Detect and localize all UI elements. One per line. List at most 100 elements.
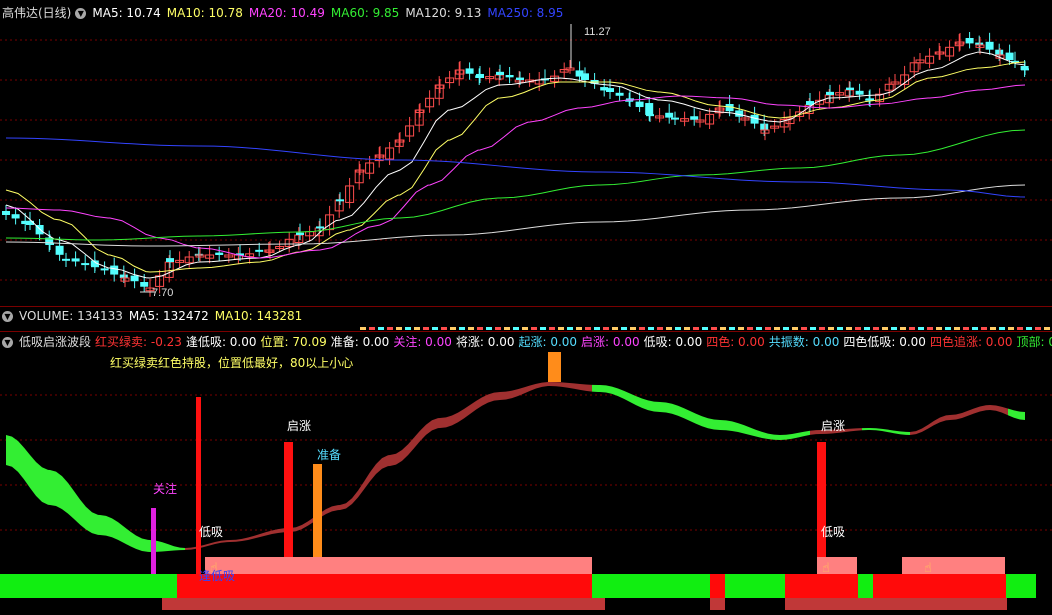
candle-body xyxy=(71,258,80,262)
trend-ribbon-segment xyxy=(494,392,500,401)
trend-ribbon-segment xyxy=(358,481,364,498)
trend-ribbon-segment xyxy=(922,424,928,432)
position-bar xyxy=(902,557,1005,574)
trend-ribbon-segment xyxy=(236,538,242,542)
trend-ribbon-segment xyxy=(786,433,792,440)
trend-ribbon-segment xyxy=(888,429,894,434)
trend-ribbon-segment xyxy=(726,420,732,431)
volume-bar xyxy=(639,327,645,330)
ma60-line xyxy=(5,129,1026,241)
indicator-value: 准备: 0.00 xyxy=(330,335,390,349)
trend-ribbon-segment xyxy=(550,382,556,387)
candle-body xyxy=(826,91,834,95)
volume-bar xyxy=(522,327,528,330)
trend-ribbon-segment xyxy=(130,531,136,549)
trend-ribbon-segment xyxy=(1020,411,1025,420)
ma-label: MA10: 10.78 xyxy=(166,6,243,20)
trend-ribbon-segment xyxy=(536,382,542,389)
volume-bar xyxy=(882,327,888,330)
price-panel-toggle-icon[interactable]: ▼ xyxy=(75,7,87,19)
trend-ribbon-segment xyxy=(432,418,438,431)
volume-bar xyxy=(360,327,366,330)
trend-ribbon-segment xyxy=(482,394,488,406)
trend-ribbon-segment xyxy=(42,467,48,505)
candle-body xyxy=(119,274,128,278)
candle-body xyxy=(62,258,70,261)
trend-ribbon-segment xyxy=(600,385,606,393)
volume-bar xyxy=(972,327,978,330)
candle-body xyxy=(646,114,654,117)
trend-ribbon-segment xyxy=(112,518,118,540)
trend-ribbon-segment xyxy=(1014,410,1020,420)
trend-ribbon-segment xyxy=(910,431,916,435)
candle-body xyxy=(496,71,504,75)
trend-ribbon-segment xyxy=(512,389,518,399)
volume-bar xyxy=(693,327,699,330)
indicator-value: 关注: 0.00 xyxy=(393,335,452,349)
trend-ribbon-segment xyxy=(142,538,148,552)
volume-bar xyxy=(711,327,717,330)
volume-bar xyxy=(819,327,825,330)
trend-ribbon-segment xyxy=(672,403,678,416)
trend-ribbon-segment xyxy=(402,444,408,461)
trend-status-segment xyxy=(725,574,785,598)
trend-ribbon-segment xyxy=(962,410,968,418)
volume-bar xyxy=(873,327,879,330)
trend-ribbon-segment xyxy=(798,431,804,438)
candle-body xyxy=(81,263,90,266)
volume-bar xyxy=(855,327,861,330)
candle-body xyxy=(866,98,874,101)
trend-ribbon-segment xyxy=(900,431,906,435)
trend-ribbon-segment xyxy=(376,458,382,474)
trend-ribbon-segment xyxy=(86,506,92,534)
trend-ribbon-segment xyxy=(254,534,260,539)
trend-ribbon-segment xyxy=(326,506,332,514)
trend-ribbon-segment xyxy=(792,432,798,439)
trend-ribbon-segment xyxy=(714,419,720,430)
trend-ribbon-segment xyxy=(458,409,464,423)
volume-bar xyxy=(720,327,726,330)
volume-bar xyxy=(756,327,762,330)
trend-ribbon-segment xyxy=(684,408,690,421)
volume-bar xyxy=(792,327,798,330)
trend-ribbon-segment xyxy=(612,386,618,397)
candle-body xyxy=(130,275,139,282)
candle-body xyxy=(55,245,64,255)
marker-guanzhu: 关注 xyxy=(153,482,178,496)
trend-ribbon-segment xyxy=(1008,408,1014,418)
marker-qizhang: 启涨 xyxy=(821,419,846,433)
trend-ribbon-segment xyxy=(654,401,660,412)
volume-bar xyxy=(846,327,852,330)
volume-bar xyxy=(990,327,996,330)
trend-ribbon-segment xyxy=(618,388,624,399)
stock-title: 高伟达(日线) xyxy=(2,6,72,20)
trend-status-segment xyxy=(710,574,725,598)
trend-ribbon-segment xyxy=(24,447,30,488)
trend-ribbon-segment xyxy=(548,382,550,387)
ma250-line xyxy=(5,137,1026,198)
candle-body xyxy=(215,252,224,255)
volume-bar xyxy=(423,327,429,330)
trend-ribbon-segment xyxy=(956,412,962,420)
indicator-value: 低吸: 0.00 xyxy=(643,335,703,349)
indicator-value: 将涨: 0.00 xyxy=(455,335,515,349)
trend-ribbon-segment xyxy=(542,382,548,387)
trend-ribbon-segment xyxy=(750,427,756,437)
signal-bar-guanzhu xyxy=(151,508,156,574)
volume-bar xyxy=(405,327,411,330)
volume-panel-toggle-icon[interactable]: ▼ xyxy=(2,310,13,322)
indicator-panel-toggle-icon[interactable]: ▼ xyxy=(2,336,13,348)
indicator-value: 起涨: 0.00 xyxy=(518,335,578,349)
trend-ribbon-segment xyxy=(986,405,990,411)
indicator-value: 四色追涨: 0.00 xyxy=(929,335,1013,349)
trend-ribbon-segment xyxy=(332,505,338,512)
trend-ribbon-segment xyxy=(396,449,402,465)
low-price-label: 7.70 xyxy=(152,287,173,299)
candle-body xyxy=(581,73,589,80)
trend-ribbon-segment xyxy=(990,405,996,411)
trend-ribbon-segment xyxy=(678,405,684,419)
panel-divider xyxy=(0,331,1052,332)
volume-bar xyxy=(657,327,663,330)
indicator-value: 四色低吸: 0.00 xyxy=(843,335,926,349)
trend-ribbon-segment xyxy=(738,423,744,434)
